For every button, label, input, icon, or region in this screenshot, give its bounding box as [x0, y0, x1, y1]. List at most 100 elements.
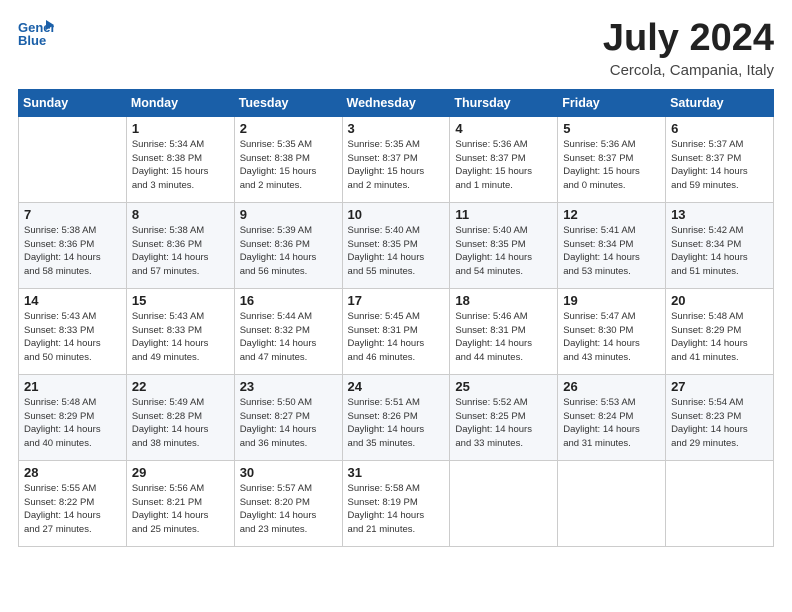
- day-number: 10: [348, 207, 445, 222]
- title-block: July 2024 Cercola, Campania, Italy: [603, 18, 774, 79]
- calendar-cell: 29Sunrise: 5:56 AM Sunset: 8:21 PM Dayli…: [126, 460, 234, 546]
- calendar-cell: 11 Sunrise: 5:40 AM Sunset: 8:35 PM Dayli…: [450, 202, 558, 288]
- calendar-cell: 17 Sunrise: 5:45 AM Sunset: 8:31 PM Dayli…: [342, 288, 450, 374]
- week-row-3: 14 Sunrise: 5:43 AM Sunset: 8:33 PM Dayli…: [19, 288, 774, 374]
- day-number: 17: [348, 293, 445, 308]
- day-info: Sunrise: 5:51 AM Sunset: 8:26 PM Dayligh…: [348, 396, 445, 451]
- day-info: Sunrise: 5:40 AM Sunset: 8:35 PM Dayligh…: [348, 224, 445, 279]
- day-number: 26: [563, 379, 660, 394]
- day-info: Sunrise: 5:35 AM Sunset: 8:38 PM Dayligh…: [240, 138, 337, 193]
- calendar-cell: 25Sunrise: 5:52 AM Sunset: 8:25 PM Dayli…: [450, 374, 558, 460]
- calendar-cell: [558, 460, 666, 546]
- day-info: Sunrise: 5:55 AM Sunset: 8:22 PM Dayligh…: [24, 482, 121, 537]
- week-row-1: 1 Sunrise: 5:34 AM Sunset: 8:38 PM Daylig…: [19, 116, 774, 202]
- weekday-header-friday: Friday: [558, 89, 666, 116]
- day-number: 2: [240, 121, 337, 136]
- page: General Blue July 2024 Cercola, Campania…: [0, 0, 792, 612]
- day-number: 15: [132, 293, 229, 308]
- calendar-cell: 22 Sunrise: 5:49 AM Sunset: 8:28 PM Dayli…: [126, 374, 234, 460]
- calendar-cell: 9 Sunrise: 5:39 AM Sunset: 8:36 PM Daylig…: [234, 202, 342, 288]
- day-number: 22: [132, 379, 229, 394]
- calendar-cell: 14 Sunrise: 5:43 AM Sunset: 8:33 PM Dayli…: [19, 288, 127, 374]
- calendar-cell: 19 Sunrise: 5:47 AM Sunset: 8:30 PM Dayli…: [558, 288, 666, 374]
- calendar-cell: 26Sunrise: 5:53 AM Sunset: 8:24 PM Dayli…: [558, 374, 666, 460]
- day-number: 29: [132, 465, 229, 480]
- day-info: Sunrise: 5:45 AM Sunset: 8:31 PM Dayligh…: [348, 310, 445, 365]
- day-number: 3: [348, 121, 445, 136]
- calendar-cell: 5Sunrise: 5:36 AM Sunset: 8:37 PM Daylig…: [558, 116, 666, 202]
- calendar-cell: 13 Sunrise: 5:42 AM Sunset: 8:34 PM Dayli…: [666, 202, 774, 288]
- day-info: Sunrise: 5:48 AM Sunset: 8:29 PM Dayligh…: [671, 310, 768, 365]
- day-number: 6: [671, 121, 768, 136]
- day-info: Sunrise: 5:38 AM Sunset: 8:36 PM Dayligh…: [24, 224, 121, 279]
- day-number: 11: [455, 207, 552, 222]
- calendar-cell: 1 Sunrise: 5:34 AM Sunset: 8:38 PM Daylig…: [126, 116, 234, 202]
- logo: General Blue: [18, 18, 54, 48]
- weekday-header-sunday: Sunday: [19, 89, 127, 116]
- calendar-cell: 8 Sunrise: 5:38 AM Sunset: 8:36 PM Daylig…: [126, 202, 234, 288]
- day-number: 4: [455, 121, 552, 136]
- day-number: 20: [671, 293, 768, 308]
- calendar-cell: 16Sunrise: 5:44 AM Sunset: 8:32 PM Dayli…: [234, 288, 342, 374]
- day-info: Sunrise: 5:58 AM Sunset: 8:19 PM Dayligh…: [348, 482, 445, 537]
- calendar-cell: [19, 116, 127, 202]
- day-info: Sunrise: 5:39 AM Sunset: 8:36 PM Dayligh…: [240, 224, 337, 279]
- weekday-header-saturday: Saturday: [666, 89, 774, 116]
- day-number: 9: [240, 207, 337, 222]
- weekday-header-thursday: Thursday: [450, 89, 558, 116]
- calendar: SundayMondayTuesdayWednesdayThursdayFrid…: [18, 89, 774, 547]
- day-info: Sunrise: 5:34 AM Sunset: 8:38 PM Dayligh…: [132, 138, 229, 193]
- day-info: Sunrise: 5:50 AM Sunset: 8:27 PM Dayligh…: [240, 396, 337, 451]
- logo-icon: General Blue: [18, 18, 54, 48]
- header: General Blue July 2024 Cercola, Campania…: [18, 18, 774, 79]
- day-number: 21: [24, 379, 121, 394]
- month-title: July 2024: [603, 18, 774, 60]
- calendar-cell: 28 Sunrise: 5:55 AM Sunset: 8:22 PM Dayli…: [19, 460, 127, 546]
- calendar-cell: [666, 460, 774, 546]
- calendar-cell: 20 Sunrise: 5:48 AM Sunset: 8:29 PM Dayli…: [666, 288, 774, 374]
- day-number: 1: [132, 121, 229, 136]
- day-info: Sunrise: 5:42 AM Sunset: 8:34 PM Dayligh…: [671, 224, 768, 279]
- calendar-cell: 3 Sunrise: 5:35 AM Sunset: 8:37 PM Daylig…: [342, 116, 450, 202]
- calendar-cell: 6 Sunrise: 5:37 AM Sunset: 8:37 PM Daylig…: [666, 116, 774, 202]
- day-info: Sunrise: 5:41 AM Sunset: 8:34 PM Dayligh…: [563, 224, 660, 279]
- calendar-cell: 24Sunrise: 5:51 AM Sunset: 8:26 PM Dayli…: [342, 374, 450, 460]
- day-info: Sunrise: 5:37 AM Sunset: 8:37 PM Dayligh…: [671, 138, 768, 193]
- weekday-header-monday: Monday: [126, 89, 234, 116]
- calendar-body: 1 Sunrise: 5:34 AM Sunset: 8:38 PM Daylig…: [19, 116, 774, 546]
- calendar-cell: [450, 460, 558, 546]
- day-info: Sunrise: 5:46 AM Sunset: 8:31 PM Dayligh…: [455, 310, 552, 365]
- day-info: Sunrise: 5:38 AM Sunset: 8:36 PM Dayligh…: [132, 224, 229, 279]
- day-info: Sunrise: 5:52 AM Sunset: 8:25 PM Dayligh…: [455, 396, 552, 451]
- day-info: Sunrise: 5:47 AM Sunset: 8:30 PM Dayligh…: [563, 310, 660, 365]
- day-info: Sunrise: 5:54 AM Sunset: 8:23 PM Dayligh…: [671, 396, 768, 451]
- calendar-cell: 7 Sunrise: 5:38 AM Sunset: 8:36 PM Daylig…: [19, 202, 127, 288]
- calendar-cell: 31Sunrise: 5:58 AM Sunset: 8:19 PM Dayli…: [342, 460, 450, 546]
- day-info: Sunrise: 5:48 AM Sunset: 8:29 PM Dayligh…: [24, 396, 121, 451]
- calendar-cell: 30Sunrise: 5:57 AM Sunset: 8:20 PM Dayli…: [234, 460, 342, 546]
- day-number: 28: [24, 465, 121, 480]
- day-number: 16: [240, 293, 337, 308]
- location: Cercola, Campania, Italy: [603, 62, 774, 79]
- day-info: Sunrise: 5:49 AM Sunset: 8:28 PM Dayligh…: [132, 396, 229, 451]
- weekday-header-tuesday: Tuesday: [234, 89, 342, 116]
- day-info: Sunrise: 5:57 AM Sunset: 8:20 PM Dayligh…: [240, 482, 337, 537]
- calendar-cell: 21 Sunrise: 5:48 AM Sunset: 8:29 PM Dayli…: [19, 374, 127, 460]
- day-number: 8: [132, 207, 229, 222]
- week-row-5: 28 Sunrise: 5:55 AM Sunset: 8:22 PM Dayli…: [19, 460, 774, 546]
- day-info: Sunrise: 5:40 AM Sunset: 8:35 PM Dayligh…: [455, 224, 552, 279]
- day-number: 19: [563, 293, 660, 308]
- day-number: 5: [563, 121, 660, 136]
- calendar-cell: 10 Sunrise: 5:40 AM Sunset: 8:35 PM Dayli…: [342, 202, 450, 288]
- day-info: Sunrise: 5:43 AM Sunset: 8:33 PM Dayligh…: [132, 310, 229, 365]
- week-row-2: 7 Sunrise: 5:38 AM Sunset: 8:36 PM Daylig…: [19, 202, 774, 288]
- day-number: 14: [24, 293, 121, 308]
- day-info: Sunrise: 5:43 AM Sunset: 8:33 PM Dayligh…: [24, 310, 121, 365]
- day-number: 13: [671, 207, 768, 222]
- day-number: 7: [24, 207, 121, 222]
- svg-text:Blue: Blue: [18, 33, 46, 48]
- weekday-header-row: SundayMondayTuesdayWednesdayThursdayFrid…: [19, 89, 774, 116]
- day-info: Sunrise: 5:35 AM Sunset: 8:37 PM Dayligh…: [348, 138, 445, 193]
- day-number: 12: [563, 207, 660, 222]
- calendar-cell: 4Sunrise: 5:36 AM Sunset: 8:37 PM Daylig…: [450, 116, 558, 202]
